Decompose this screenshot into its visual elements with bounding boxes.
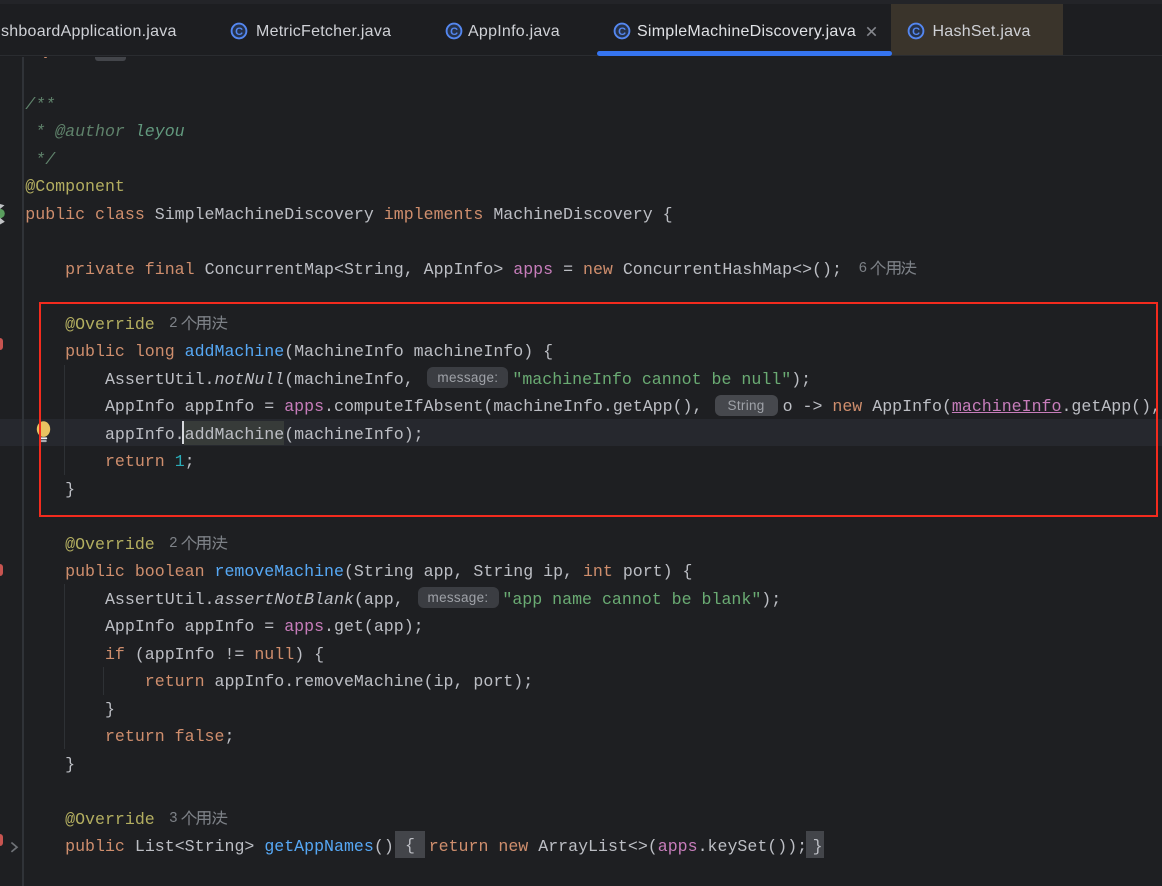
svg-text:C: C	[912, 26, 920, 38]
svg-text:C: C	[235, 26, 243, 38]
svg-text:C: C	[450, 26, 458, 38]
svg-text:C: C	[618, 26, 626, 38]
